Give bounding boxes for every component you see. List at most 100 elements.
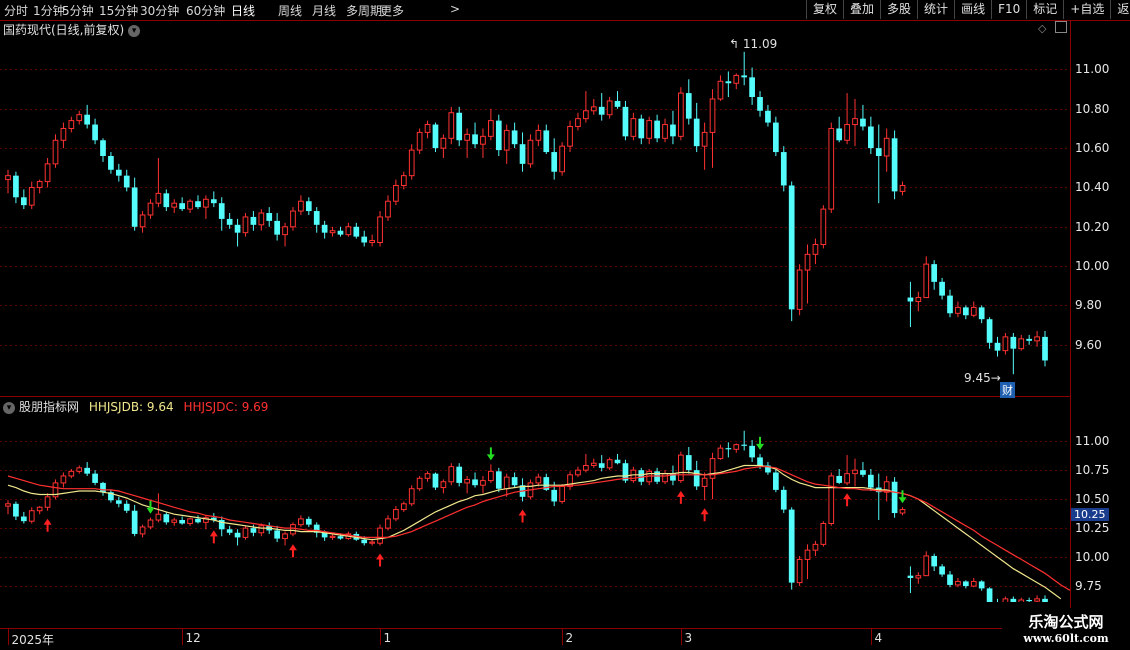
toolbar-button-2[interactable]: 多股: [880, 0, 917, 19]
main-candle-body: [860, 118, 866, 127]
main-candle-body: [796, 269, 803, 310]
indicator-candle-body: [274, 530, 280, 539]
sell-arrow-icon: [486, 447, 495, 461]
indicator-candle-body: [472, 479, 478, 486]
indicator-candle-body: [836, 475, 843, 483]
indicator-candle-body: [527, 482, 534, 498]
indicator-candle-body: [139, 526, 146, 535]
main-candle-body: [60, 127, 67, 141]
indicator-panel-title[interactable]: ▾ 股朋指标网 HHJSJDB: 9.64 HHJSJDC: 9.69: [3, 398, 268, 415]
diamond-icon[interactable]: ◇: [1038, 22, 1046, 35]
period-tab-2[interactable]: 5分钟: [62, 2, 94, 19]
toolbar-button-7[interactable]: +自选: [1063, 0, 1110, 19]
indicator-candle-body: [147, 519, 154, 528]
low-value: 9.45: [964, 371, 991, 385]
main-candle-body: [1034, 336, 1040, 342]
indicator-candle-body: [796, 558, 803, 584]
indicator-candle-body: [995, 602, 1001, 607]
toolbar-button-1[interactable]: 叠加: [843, 0, 880, 19]
indicator-candle-body: [931, 555, 938, 567]
main-candle-body: [559, 145, 565, 173]
toolbar-button-3[interactable]: 统计: [917, 0, 954, 19]
main-ytick-label: 10.40: [1075, 179, 1110, 194]
indicator-candle-body: [812, 543, 819, 551]
period-tab-3[interactable]: 15分钟: [99, 2, 138, 19]
indicator-candle-body: [321, 532, 328, 538]
maximize-icon[interactable]: [1055, 21, 1067, 33]
main-candle-body: [978, 307, 985, 320]
indicator-candle-body: [1026, 600, 1033, 602]
indicator-candle-body: [187, 518, 193, 524]
indicator-candle-body: [860, 470, 866, 475]
chevron-down-icon[interactable]: ▾: [128, 24, 141, 37]
indicator-candle-body: [654, 471, 660, 482]
indicator-candle-body: [44, 496, 51, 508]
period-tab-0[interactable]: 分时: [4, 2, 28, 19]
main-candle-body: [440, 137, 447, 149]
main-candle-body: [757, 97, 763, 111]
buy-arrow-icon: [676, 490, 685, 504]
site-watermark: 乐淘公式网 www.60lt.com: [1002, 608, 1130, 650]
main-candle-body: [234, 224, 241, 233]
indicator-candle-body: [630, 469, 637, 482]
period-tab-9[interactable]: 多周期: [346, 2, 382, 19]
main-candle-body: [329, 230, 336, 234]
event-badge[interactable]: 财: [1000, 382, 1015, 398]
indicator-candle-body: [622, 463, 629, 481]
main-candle-body: [345, 226, 352, 236]
main-ytick-label: 10.00: [1075, 258, 1110, 273]
period-tab-7[interactable]: 周线: [278, 2, 302, 19]
chevron-down-icon[interactable]: ▾: [3, 401, 15, 414]
toolbar-button-5[interactable]: F10: [991, 0, 1026, 19]
period-tab-8[interactable]: 月线: [312, 2, 336, 19]
main-panel-title[interactable]: 国药现代(日线,前复权) ▾: [3, 21, 141, 38]
main-candle-body: [361, 236, 368, 243]
period-tab-5[interactable]: 60分钟: [186, 2, 225, 19]
main-candle-body: [20, 197, 27, 206]
main-candle-body: [495, 120, 502, 151]
indicator-candle-body: [907, 575, 914, 578]
toolbar-button-6[interactable]: 标记: [1026, 0, 1063, 19]
main-candle-body: [567, 126, 573, 147]
main-candle-body: [614, 100, 621, 107]
period-tab-1[interactable]: 1分钟: [33, 2, 65, 19]
main-candle-body: [915, 297, 922, 302]
main-candle-body: [733, 74, 740, 84]
period-tab-10[interactable]: 更多: [380, 2, 404, 19]
indicator-candle-body: [670, 473, 676, 481]
indicator-ytick-label: 10.50: [1075, 491, 1110, 506]
main-candle-body: [844, 124, 850, 141]
indicator-candle-body: [432, 473, 439, 488]
toolbar-button-8[interactable]: 返回: [1110, 0, 1130, 19]
indicator-candle-body: [282, 533, 288, 540]
indicator-candle-body: [883, 481, 890, 493]
indicator-ytick-label: 11.00: [1075, 433, 1110, 448]
indicator-candle-body: [210, 517, 217, 521]
main-candle-body: [488, 120, 494, 137]
indicator-candle-body: [559, 485, 565, 502]
more-arrow-icon[interactable]: >: [450, 2, 460, 16]
period-tab-4[interactable]: 30分钟: [140, 2, 179, 19]
indicator-candle-body: [408, 488, 415, 505]
main-candle-body: [385, 200, 391, 218]
indicator-candle-body: [725, 448, 732, 450]
indicator-candle-body: [163, 514, 170, 523]
indicator-candle-body: [543, 477, 550, 490]
main-candle-body: [76, 114, 83, 122]
period-tab-6[interactable]: 日线: [231, 2, 255, 19]
indicator-ytick-label: 10.75: [1075, 462, 1110, 477]
indicator-candle-body: [678, 454, 684, 482]
indicator-candle-body: [955, 580, 961, 586]
indicator-candle-body: [20, 516, 27, 522]
indicator-candle-body: [234, 532, 241, 538]
main-candle-body: [598, 106, 605, 115]
toolbar-button-4[interactable]: 画线: [954, 0, 991, 19]
main-candle-body: [685, 93, 692, 119]
sell-arrow-icon: [146, 500, 155, 514]
toolbar-button-0[interactable]: 复权: [806, 0, 843, 19]
indicator-candle-body: [337, 536, 344, 539]
indicator-candle-body: [978, 581, 985, 589]
indicator-candle-body: [986, 588, 993, 602]
indicator-candle-body: [353, 533, 360, 540]
indicator-candle-body: [575, 469, 581, 476]
